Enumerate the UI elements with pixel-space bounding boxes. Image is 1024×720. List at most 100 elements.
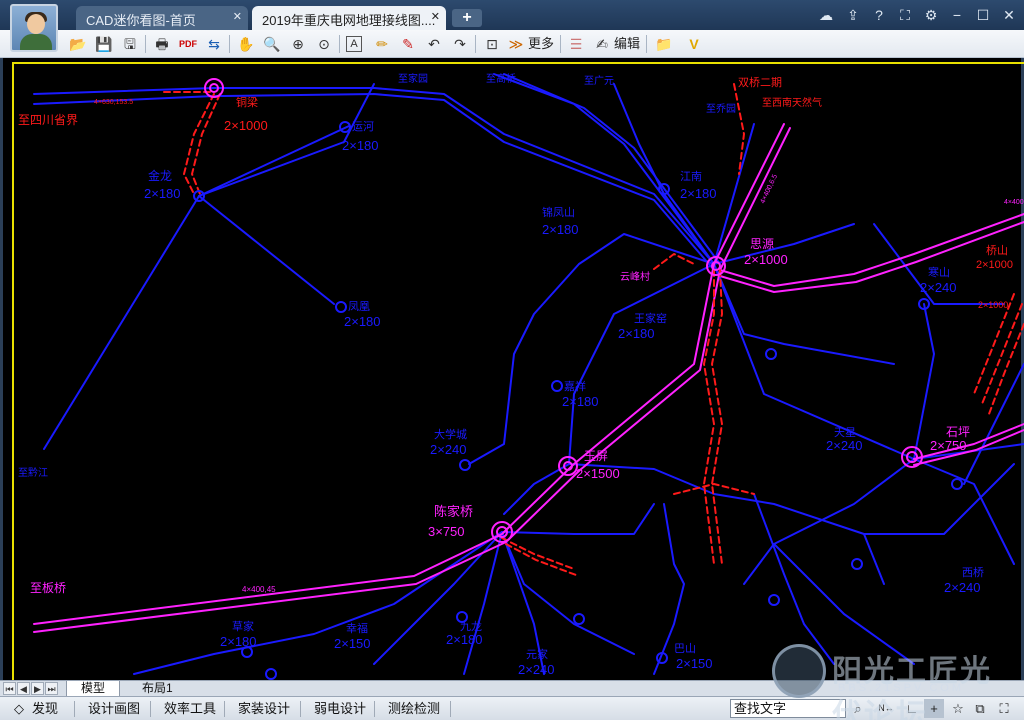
- redo-icon[interactable]: ↷: [450, 34, 470, 54]
- favorite-icon[interactable]: ☆: [948, 699, 968, 718]
- settings-icon[interactable]: ⚙: [920, 5, 942, 25]
- discover-icon[interactable]: ◇: [14, 701, 24, 717]
- label-shuangqiao: 双桥二期: [738, 76, 782, 89]
- home-design-button[interactable]: 家装设计: [238, 701, 290, 717]
- label-fengguan-cap: 2×180: [344, 314, 381, 329]
- maximize-icon[interactable]: ☐: [972, 5, 994, 25]
- label-wangjiayao: 王家窑: [634, 311, 667, 325]
- label-yuanjia-cap: 2×240: [518, 662, 555, 677]
- label-wangbao: 玉屏: [584, 449, 608, 463]
- label-tongliang: 铜梁: [236, 95, 258, 109]
- label-baxian: 巴山: [674, 642, 696, 655]
- pan-icon[interactable]: ✋: [236, 34, 256, 54]
- label-sichuan-value: 4×630,153.5: [94, 99, 133, 106]
- fullscreen-toggle-icon[interactable]: ⛶: [994, 699, 1014, 718]
- label-jinqiao-cap: 2×240: [826, 438, 863, 453]
- label-chenjiaqiao: 陈家桥: [434, 504, 473, 519]
- label-jiuzhai-cap: 2×180: [446, 632, 483, 647]
- label-dajiazhen-cap: 2×240: [430, 442, 467, 457]
- ortho-icon[interactable]: ∟: [902, 699, 922, 718]
- save-icon[interactable]: 💾: [94, 34, 114, 54]
- undo-icon[interactable]: ↶: [424, 34, 444, 54]
- label-to-banqiao: 至板桥: [30, 581, 66, 595]
- edit-button[interactable]: 编辑: [614, 34, 640, 54]
- tab-home-close-icon[interactable]: ✕: [233, 10, 242, 23]
- label-shiping-cap: 2×750: [930, 438, 967, 453]
- label-siyuan-value: 4×400,6.5: [759, 173, 779, 204]
- label-xingfu-cap: 2×150: [334, 636, 371, 651]
- label-yuanjia: 元家: [526, 647, 548, 661]
- crosshair-icon[interactable]: +: [924, 699, 944, 718]
- zoom-extents-icon[interactable]: ⊕: [288, 34, 308, 54]
- label-jinlong: 金龙: [148, 168, 172, 183]
- label-tongliang-cap: 2×1000: [224, 118, 268, 133]
- efficiency-tools-button[interactable]: 效率工具: [164, 701, 216, 717]
- fullscreen-icon[interactable]: ⛶: [894, 5, 916, 25]
- dimension-icon[interactable]: ≫: [506, 34, 526, 54]
- label-jiangnan: 江南: [680, 170, 702, 183]
- vip-icon[interactable]: V: [684, 34, 704, 54]
- coordinate-icon[interactable]: N↔: [876, 699, 896, 718]
- edit-icon[interactable]: ✍: [592, 34, 612, 54]
- label-right-value: 2×1000: [978, 300, 1008, 310]
- label-xiqiao: 西桥: [962, 566, 984, 579]
- label-jiangnan-cap: 2×180: [680, 186, 717, 201]
- save-as-icon[interactable]: 🖫: [120, 34, 140, 54]
- help-icon[interactable]: ?: [868, 5, 890, 25]
- user-avatar[interactable]: [10, 4, 58, 52]
- discover-button[interactable]: 发现: [32, 701, 58, 717]
- label-jinfengshan-cap: 2×180: [542, 222, 579, 237]
- label-xingfu: 幸福: [346, 621, 368, 635]
- open-icon[interactable]: 📂: [68, 34, 88, 54]
- design-draw-button[interactable]: 设计画图: [88, 701, 140, 717]
- label-caojia-cap: 2×180: [220, 634, 257, 649]
- tab-drawing-label: 2019年重庆电网地理接线图....: [262, 13, 436, 28]
- label-to-tianjiang: 至黔江: [18, 466, 48, 479]
- tab-layout1[interactable]: 布局1: [128, 681, 187, 697]
- label-xiqiao-cap: 2×240: [944, 580, 981, 595]
- layers-icon[interactable]: ☰: [566, 34, 586, 54]
- title-bar: CAD迷你看图-首页 ✕ 2019年重庆电网地理接线图.... ✕ + ☁ ⇪ …: [0, 0, 1024, 30]
- search-icon[interactable]: ⌕: [848, 699, 868, 718]
- tab-drawing[interactable]: 2019年重庆电网地理接线图.... ✕: [252, 6, 446, 30]
- cad-drawing[interactable]: 至四川省界 4×630,153.5 铜梁 2×1000 至家园 金龙 2×180…: [12, 62, 1024, 680]
- folder-icon[interactable]: 📁: [654, 34, 674, 54]
- label-hanshan-cap: 2×240: [920, 280, 957, 295]
- tab-home[interactable]: CAD迷你看图-首页 ✕: [76, 6, 248, 30]
- status-bar: ◇ 发现 设计画图 效率工具 家装设计 弱电设计 测绘检测 查找文字 ⌕ N↔ …: [0, 696, 1024, 720]
- prev-layout-icon[interactable]: ◀: [17, 682, 30, 695]
- measure-icon[interactable]: ⊡: [482, 34, 502, 54]
- label-tongtang-cap: 2×180: [342, 138, 379, 153]
- markup-icon[interactable]: ✎: [398, 34, 418, 54]
- zoom-in-icon[interactable]: 🔍: [262, 34, 282, 54]
- new-tab-button[interactable]: +: [452, 9, 482, 27]
- text-icon[interactable]: A: [346, 36, 362, 52]
- convert-icon[interactable]: ⇆: [204, 34, 224, 54]
- zoom-window-icon[interactable]: ⊙: [314, 34, 334, 54]
- label-hanshan: 寒山: [928, 265, 950, 279]
- label-top-right-value: 4×400: [1004, 199, 1024, 206]
- label-shiping: 石坪: [946, 425, 970, 439]
- pencil-icon[interactable]: ✏: [372, 34, 392, 54]
- print-icon[interactable]: 🖶: [152, 34, 172, 54]
- find-text-input[interactable]: 查找文字: [730, 699, 846, 718]
- survey-button[interactable]: 测绘检测: [388, 701, 440, 717]
- label-jinlong-cap: 2×180: [144, 186, 181, 201]
- copy-icon[interactable]: ⧉: [970, 699, 990, 718]
- label-jiaxiang: 嘉祥: [564, 379, 586, 393]
- weak-current-button[interactable]: 弱电设计: [314, 701, 366, 717]
- label-to-qiaoyuan: 至乔园: [706, 103, 736, 115]
- tab-drawing-close-icon[interactable]: ✕: [431, 10, 440, 23]
- pdf-icon[interactable]: PDF: [178, 34, 198, 54]
- more-button[interactable]: 更多: [528, 34, 554, 54]
- tab-model[interactable]: 模型: [66, 681, 121, 697]
- minimize-icon[interactable]: −: [946, 5, 968, 25]
- share-icon[interactable]: ⇪: [842, 5, 864, 25]
- first-layout-icon[interactable]: ⏮: [3, 682, 16, 695]
- close-icon[interactable]: ✕: [998, 5, 1020, 25]
- label-qiaoshan: 桥山: [986, 244, 1008, 257]
- cloud-icon[interactable]: ☁: [815, 5, 837, 25]
- last-layout-icon[interactable]: ⏭: [45, 682, 58, 695]
- label-siyuan: 思源: [750, 237, 774, 251]
- next-layout-icon[interactable]: ▶: [31, 682, 44, 695]
